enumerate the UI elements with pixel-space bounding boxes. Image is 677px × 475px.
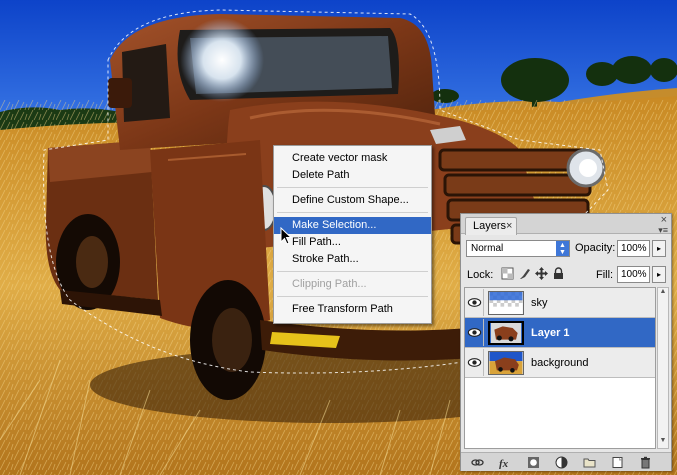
new-layer-icon[interactable]: [611, 456, 624, 469]
scroll-down-icon[interactable]: ▼: [658, 437, 668, 448]
layer-list: sky Layer 1 background: [464, 287, 656, 449]
layer-row-layer-1[interactable]: Layer 1: [465, 318, 655, 348]
fill-input[interactable]: 100%: [617, 266, 650, 283]
menu-separator: [277, 187, 428, 188]
tab-layers[interactable]: Layers ×: [465, 217, 517, 235]
opacity-label: Opacity:: [575, 242, 616, 254]
layer-row-background[interactable]: background: [465, 348, 655, 378]
trash-icon[interactable]: [639, 456, 652, 469]
fill-slider-button[interactable]: ▸: [652, 266, 666, 283]
menu-item-delete-path[interactable]: Delete Path: [274, 167, 431, 184]
menu-separator: [277, 212, 428, 213]
lock-all-icon[interactable]: [552, 267, 565, 280]
layer-thumbnail-sky: [488, 291, 524, 315]
sun-flare: [180, 18, 264, 102]
blend-mode-select[interactable]: Normal ▲ ▼: [466, 240, 570, 257]
lock-brush-icon[interactable]: [518, 267, 531, 280]
adjustment-icon[interactable]: [555, 456, 568, 469]
select-arrows-icon: ▲ ▼: [556, 241, 569, 256]
layer-thumbnail-layer-1: [488, 321, 524, 345]
path-context-menu: Create vector mask Delete Path Define Cu…: [273, 145, 432, 324]
tab-close-icon[interactable]: ×: [506, 218, 512, 234]
fill-label: Fill:: [596, 269, 614, 281]
lock-label: Lock:: [467, 269, 494, 281]
svg-text:fx: fx: [499, 458, 509, 469]
menu-item-stroke-path[interactable]: Stroke Path...: [274, 251, 431, 268]
layer-name-background[interactable]: background: [531, 357, 589, 369]
blend-mode-value: Normal: [471, 243, 504, 254]
layers-panel-toolbar: fx: [461, 452, 671, 471]
layer-row-sky[interactable]: sky: [465, 288, 655, 318]
menu-separator: [277, 271, 428, 272]
scroll-up-icon[interactable]: ▲: [658, 288, 668, 299]
eye-icon[interactable]: [466, 319, 484, 346]
menu-item-fill-path[interactable]: Fill Path...: [274, 234, 431, 251]
layer-list-scrollbar[interactable]: ▲ ▼: [657, 287, 669, 449]
panel-menu-icon[interactable]: ▾≡: [658, 225, 668, 236]
menu-item-make-selection[interactable]: Make Selection...: [274, 217, 431, 234]
opacity-slider-button[interactable]: ▸: [652, 240, 666, 257]
tab-layers-label: Layers: [473, 220, 507, 232]
lock-transparent-icon[interactable]: [501, 267, 514, 280]
lock-move-icon[interactable]: [535, 267, 548, 280]
group-folder-icon[interactable]: [583, 456, 596, 469]
fx-icon[interactable]: fx: [499, 456, 512, 469]
cursor-arrow-icon: [280, 227, 293, 245]
menu-item-free-transform-path[interactable]: Free Transform Path: [274, 301, 431, 318]
panel-header: Layers × × ▾≡: [461, 214, 671, 236]
eye-icon[interactable]: [466, 349, 484, 376]
mask-icon[interactable]: [527, 456, 540, 469]
link-icon[interactable]: [471, 456, 484, 469]
menu-separator: [277, 296, 428, 297]
layer-name-layer-1[interactable]: Layer 1: [531, 327, 570, 339]
layers-panel: Layers × × ▾≡ Normal ▲ ▼ Opacity: 100% ▸ …: [460, 213, 672, 471]
opacity-input[interactable]: 100%: [617, 240, 650, 257]
menu-item-define-custom-shape[interactable]: Define Custom Shape...: [274, 192, 431, 209]
menu-item-clipping-path: Clipping Path...: [292, 278, 367, 290]
eye-icon[interactable]: [466, 289, 484, 316]
menu-item-create-vector-mask[interactable]: Create vector mask: [274, 150, 431, 167]
layer-thumbnail-background: [488, 351, 524, 375]
layer-name-sky[interactable]: sky: [531, 297, 548, 309]
